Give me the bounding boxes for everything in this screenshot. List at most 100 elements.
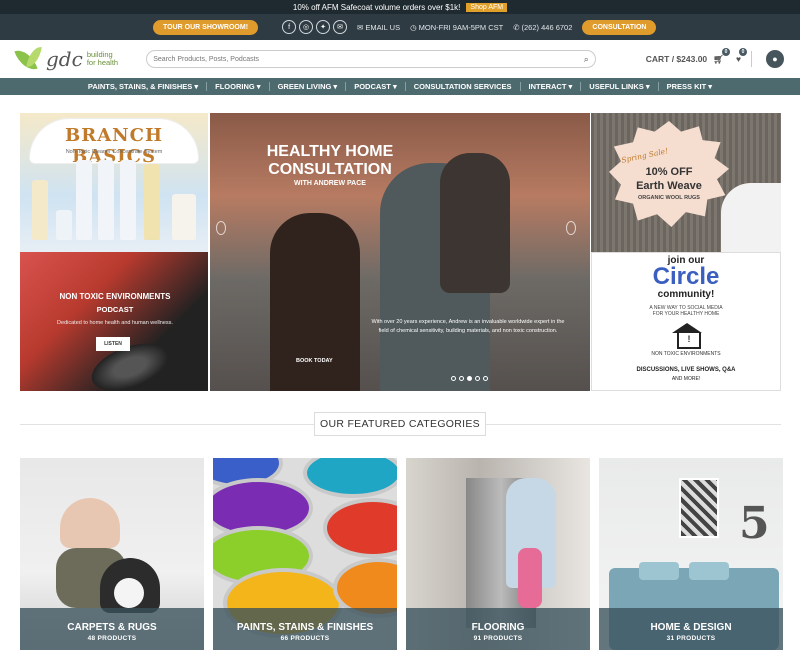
hero-banner-grid: BRANCH BASICS Non-Toxic Cleaner Concentr… [20,113,781,391]
house-alert-icon [672,323,702,349]
nav-divider [519,82,521,91]
phone-link[interactable]: ✆ (262) 446 6702 [513,23,572,32]
category-label: CARPETS & RUGS 48 PRODUCTS [20,608,204,650]
announcement-text: 10% off AFM Safecoat volume orders over … [292,2,461,12]
email-icon[interactable]: ✉ [333,20,348,34]
logo-tagline: building for health [86,50,119,67]
nav-divider [580,82,582,91]
nav-label: FLOORING [215,82,255,91]
wishlist-count-badge: 0 [739,48,747,56]
slider-dot[interactable] [483,376,488,381]
leaf-logo-icon [16,44,42,74]
slider-prev-arrow[interactable] [216,221,226,235]
slider-dot-active[interactable] [467,376,472,381]
category-card-carpets[interactable]: CARPETS & RUGS 48 PRODUCTS [20,458,204,650]
discount-text: 10% OFF [645,166,693,178]
logo-text: gdc [46,47,83,71]
product-bottle [144,164,160,240]
nav-item-podcast[interactable]: PODCAST ▾ [354,82,397,91]
shop-afm-link[interactable]: Shop AFM [466,2,508,12]
nav-item-consultation[interactable]: CONSULTATION SERVICES [414,82,512,91]
brand-text: Earth Weave [636,180,702,192]
nav-divider [268,82,270,91]
nav-divider [345,82,347,91]
category-card-flooring[interactable]: FLOORING 91 PRODUCTS [406,458,590,650]
wall-art [679,478,719,538]
nav-item-press-kit[interactable]: PRESS KIT ▾ [667,82,712,91]
nav-item-interact[interactable]: INTERACT ▾ [529,82,573,91]
podcast-promo[interactable]: NON TOXIC ENVIRONMENTS PODCAST Dedicated… [20,252,208,391]
divider [751,51,752,67]
podcast-subtitle: PODCAST [96,305,134,314]
cart-area: CART / $243.00 🛒︎ 0 ♥ 0 ● [646,47,784,68]
product-type-text: ORGANIC WOOL RUGS [638,195,700,201]
email-us-label: EMAIL US [365,22,401,32]
cart-icon[interactable]: 🛒︎ 0 [713,47,730,65]
slider-dot[interactable] [451,376,456,381]
nav-item-green-living[interactable]: GREEN LIVING ▾ [278,82,338,91]
slider-dot[interactable] [459,376,464,381]
slider-dots [451,376,488,381]
listen-button[interactable]: LISTEN [96,337,130,351]
category-label: FLOORING 91 PRODUCTS [406,608,590,650]
slide-description: With over 20 years experience, Andrew is… [371,319,565,334]
branch-subtitle: Non-Toxic Cleaner Concentrate System [65,149,163,155]
consultation-button[interactable]: CONSULTATION [582,19,657,35]
product-bottle [120,160,136,240]
nav-item-paints[interactable]: PAINTS, STAINS, & FINISHES ▾ [88,82,198,91]
pillow [639,562,679,580]
business-hours: ◷ MON-FRI 9AM-5PM CST [410,23,503,32]
branch-basics-promo[interactable]: BRANCH BASICS Non-Toxic Cleaner Concentr… [20,113,208,252]
paint-can [323,498,397,558]
site-logo[interactable]: gdc building for health [16,44,134,74]
user-account-icon[interactable]: ● [766,50,784,68]
puppy-figure [100,558,160,613]
podcast-description: Dedicated to home health and human welln… [57,320,173,326]
announcement-bar: 10% off AFM Safecoat volume orders over … [0,0,800,14]
nav-label: PRESS KIT [666,82,707,91]
facebook-icon[interactable]: f [282,20,297,34]
product-bottle [172,194,196,240]
slider-next-arrow[interactable] [566,221,576,235]
search-icon[interactable]: ⌕ [584,54,589,65]
tour-showroom-button[interactable]: TOUR OUR SHOWROOM! [153,19,259,35]
consultation-slider[interactable]: HEALTHY HOME CONSULTATION WITH ANDREW PA… [210,113,590,391]
pillow [689,562,729,580]
earth-weave-promo[interactable]: Spring Sale! 10% OFF Earth Weave ORGANIC… [591,113,781,252]
nav-label: GREEN LIVING [277,82,332,91]
branch-title: BRANCH BASICS [65,125,163,167]
top-contact-bar: TOUR OUR SHOWROOM! f ◎ ✦ ✉ ✉ EMAIL US ◷ MO… [0,14,800,40]
clock-icon: ◷ [410,22,417,32]
product-bottle [32,180,48,240]
cart-link[interactable]: CART / $243.00 [646,54,707,64]
product-bottle [98,160,114,240]
nav-item-useful-links[interactable]: USEFUL LINKS ▾ [589,82,649,91]
nav-divider [404,82,406,91]
slider-dot[interactable] [475,376,480,381]
book-today-link[interactable]: BOOK TODAY [296,358,333,364]
search-input[interactable]: Search Products, Posts, Podcasts ⌕ [146,50,596,68]
product-bottle [56,210,72,240]
category-count: 48 PRODUCTS [87,635,137,642]
category-count: 91 PRODUCTS [473,635,523,642]
circle-community-promo[interactable]: join our Circle community! A NEW WAY TO … [591,252,781,391]
category-card-home-design[interactable]: 5 HOME & DESIGN 31 PRODUCTS [599,458,783,650]
child-arm-figure [721,183,781,252]
category-name: PAINTS, STAINS & FINISHES [236,622,374,633]
category-card-paints[interactable]: PAINTS, STAINS & FINISHES 66 PRODUCTS [213,458,397,650]
circle-text: Circle [652,263,720,290]
search-placeholder: Search Products, Posts, Podcasts [153,55,260,63]
instagram-icon[interactable]: ◎ [299,20,314,34]
heart-icon[interactable]: ♥ 0 [736,48,747,64]
twitter-icon[interactable]: ✦ [316,20,331,34]
nav-label: PAINTS, STAINS, & FINISHES [87,82,193,91]
woman-figure [270,213,360,391]
email-us-link[interactable]: ✉ EMAIL US [357,23,400,32]
nav-label: CONSULTATION SERVICES [413,82,512,91]
social-links: f ◎ ✦ ✉ [282,20,348,34]
nav-item-flooring[interactable]: FLOORING ▾ [215,82,260,91]
wall-number-decor: 5 [739,498,770,549]
category-label: HOME & DESIGN 31 PRODUCTS [599,608,783,650]
slide-subtitle: WITH ANDREW PACE [294,180,366,187]
slide-title-line1: HEALTHY HOME [266,143,394,160]
